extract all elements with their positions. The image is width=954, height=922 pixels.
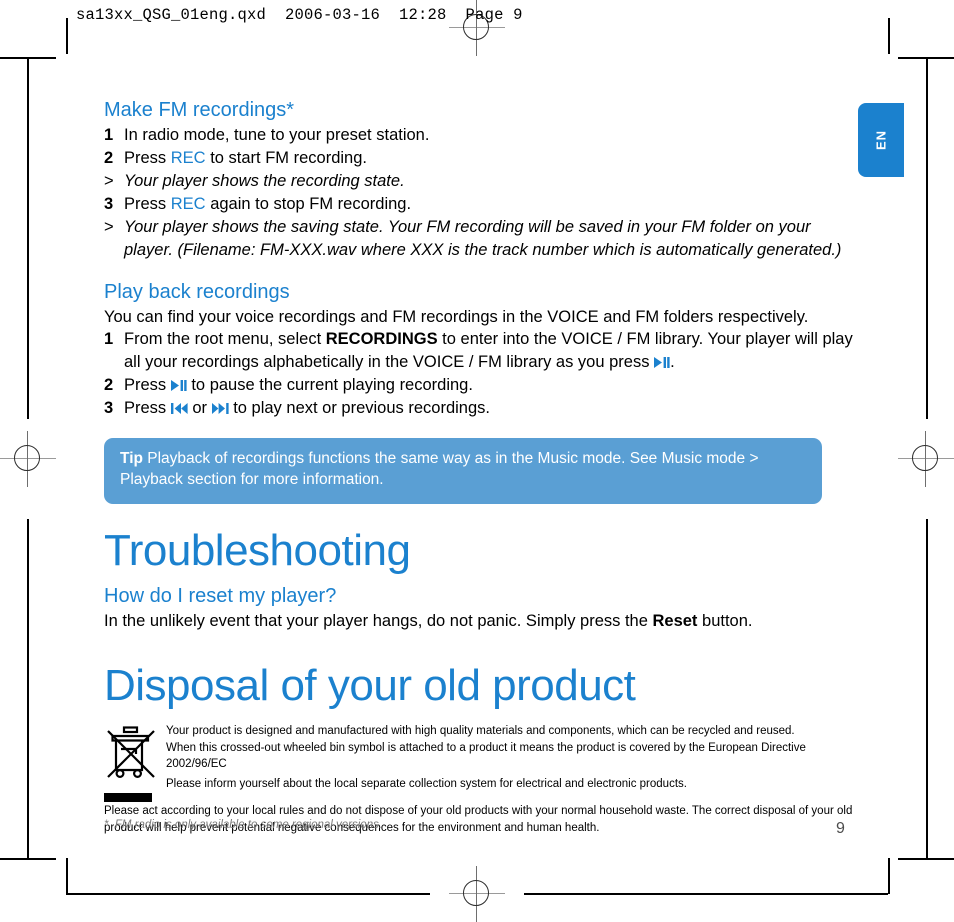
registration-mark-horizontal-line [0, 458, 56, 459]
step-text: From the root menu, select RECORDINGS to… [124, 328, 854, 374]
trim-line-bottom-right-rule [524, 893, 888, 895]
list-item: 2 Press REC to start FM recording. [104, 147, 854, 170]
play-back-intro: You can find your voice recordings and F… [104, 307, 809, 326]
trim-line-left-vertical [27, 57, 29, 419]
step-text-pre: Press [124, 148, 171, 167]
trim-line-right-lower-rule [898, 858, 954, 860]
trim-line-left-vertical-lower [27, 519, 29, 859]
registration-mark-vertical-line [27, 431, 28, 487]
disposal-line-1: Your product is designed and manufacture… [166, 725, 795, 738]
play-pause-icon [170, 377, 187, 396]
disposal-line-2: When this crossed-out wheeled bin symbol… [166, 741, 806, 770]
registration-mark-bottom [449, 866, 505, 922]
trim-line-right-top [888, 18, 890, 54]
trim-line-right-vertical [926, 57, 928, 419]
language-tab-label: EN [873, 129, 889, 151]
step-marker: 3 [104, 194, 114, 213]
list-item: 3 Press or to play next or previous reco… [104, 397, 854, 420]
troubleshooting-body-pre: In the unlikely event that your player h… [104, 612, 653, 631]
page-canvas: sa13xx_QSG_01eng.qxd 2006-03-16 12:28 Pa… [0, 0, 954, 922]
trim-line-left-bottom [66, 858, 68, 894]
step-text-mid: or [187, 399, 212, 418]
step-marker: 1 [104, 330, 114, 349]
note-marker: > [104, 217, 114, 236]
button-name-rec: REC [170, 194, 206, 213]
list-item: > Your player shows the saving state. Yo… [104, 216, 854, 262]
step-marker: 2 [104, 376, 114, 395]
document-header-slug: sa13xx_QSG_01eng.qxd 2006-03-16 12:28 Pa… [76, 6, 523, 24]
button-name-reset: Reset [652, 612, 698, 631]
list-item: 1 From the root menu, select RECORDINGS … [104, 328, 854, 374]
registration-mark-left [0, 431, 56, 487]
page-content: Make FM recordings* 1 In radio mode, tun… [104, 98, 854, 836]
menu-name-recordings: RECORDINGS [325, 330, 438, 349]
next-track-icon [211, 400, 229, 419]
step-text: Press REC again to stop FM recording. [124, 193, 854, 216]
heading-make-fm-recordings: Make FM recordings* [104, 99, 295, 121]
list-item: 2 Press to pause the current playing rec… [104, 374, 854, 397]
list-item: 1 In radio mode, tune to your preset sta… [104, 124, 854, 147]
step-text-pre: Press [124, 376, 171, 395]
registration-mark-circle [463, 880, 489, 906]
registration-mark-horizontal-line [898, 458, 954, 459]
list-item: > Your player shows the recording state. [104, 170, 854, 193]
step-text-end: . [670, 353, 675, 372]
crossed-out-wheeled-bin-icon [104, 723, 166, 803]
fm-recordings-step-list: 1 In radio mode, tune to your preset sta… [104, 124, 854, 262]
registration-mark-horizontal-line [449, 893, 505, 894]
trim-line-bottom-left-rule [66, 893, 430, 895]
step-text-post: again to stop FM recording. [205, 194, 412, 213]
registration-mark-vertical-line [476, 866, 477, 922]
tip-text: Playback of recordings functions the sam… [120, 450, 759, 489]
step-text-pre: Press [124, 399, 171, 418]
tip-label: Tip [120, 450, 143, 468]
registration-mark-circle [912, 445, 938, 471]
disposal-notice-text: Your product is designed and manufacture… [166, 723, 854, 792]
page-number: 9 [836, 820, 845, 837]
step-marker: 2 [104, 148, 114, 167]
step-text-post: to play next or previous recordings. [228, 399, 490, 418]
troubleshooting-body: In the unlikely event that your player h… [104, 610, 854, 633]
chapter-title-troubleshooting: Troubleshooting [104, 525, 411, 575]
step-text-pre: From the root menu, select [124, 330, 326, 349]
weee-black-bar [104, 793, 152, 803]
note-text: Your player shows the recording state. [124, 171, 405, 190]
chapter-title-disposal: Disposal of your old product [104, 661, 636, 711]
step-marker: 1 [104, 126, 114, 144]
step-text: Press to pause the current playing recor… [124, 374, 854, 397]
play-back-step-list: 1 From the root menu, select RECORDINGS … [104, 328, 854, 420]
step-text: Press REC to start FM recording. [124, 147, 854, 170]
trim-line-left-lower-rule [0, 858, 56, 860]
play-pause-icon [654, 354, 670, 373]
registration-mark-right [898, 431, 954, 487]
note-marker: > [104, 171, 114, 190]
tip-callout: Tip Playback of recordings functions the… [104, 438, 822, 504]
registration-mark-vertical-line [925, 431, 926, 487]
troubleshooting-body-post: button. [697, 612, 753, 631]
footnote: * FM radio is only available to some reg… [104, 819, 383, 831]
list-item: 3 Press REC again to stop FM recording. [104, 193, 854, 216]
heading-how-do-i-reset-my-player: How do I reset my player? [104, 585, 337, 608]
trim-line-right-vertical-lower [926, 519, 928, 859]
registration-mark-circle [14, 445, 40, 471]
step-text-post: to start FM recording. [205, 148, 367, 167]
button-name-rec: REC [170, 148, 206, 167]
trim-line-left-top [66, 18, 68, 54]
trim-line-right-bottom [888, 858, 890, 894]
step-text-post: to pause the current playing recording. [186, 376, 473, 395]
previous-track-icon [170, 400, 188, 419]
note-text: Your player shows the saving state. Your… [124, 217, 842, 259]
step-text: Press or to play next or previous record… [124, 397, 854, 420]
disposal-line-3: Please inform yourself about the local s… [166, 778, 687, 791]
registration-mark-horizontal-line [449, 27, 505, 28]
disposal-notice-top: Your product is designed and manufacture… [104, 723, 854, 803]
step-marker: 3 [104, 399, 114, 418]
language-tab-en: EN [858, 103, 904, 177]
step-text: In radio mode, tune to your preset stati… [124, 126, 430, 144]
heading-play-back-recordings: Play back recordings [104, 280, 290, 303]
step-text-pre: Press [124, 194, 171, 213]
